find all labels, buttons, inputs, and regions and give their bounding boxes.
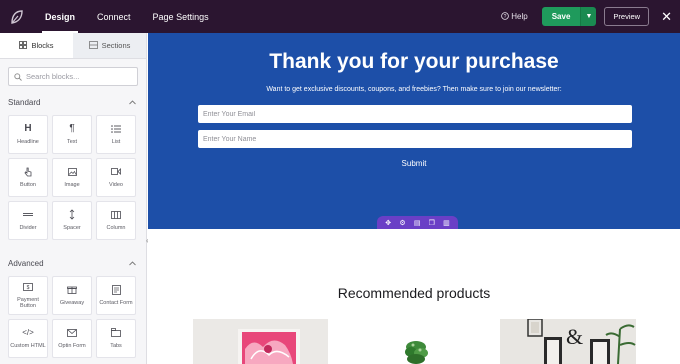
block-text[interactable]: ¶ Text — [52, 115, 92, 154]
page-canvas: Thank you for your purchase Want to get … — [148, 33, 680, 364]
grid-icon — [19, 40, 28, 51]
block-label: List — [111, 138, 121, 145]
block-video[interactable]: Video — [96, 158, 136, 197]
svg-text:?: ? — [504, 14, 507, 20]
tab-connect[interactable]: Connect — [86, 0, 142, 33]
tab-design[interactable]: Design — [34, 0, 86, 33]
heading-icon: H — [24, 123, 32, 135]
advanced-blocks-grid: $ Payment Button Giveaway Contact Form <… — [0, 276, 146, 358]
svg-text:$: $ — [27, 285, 30, 291]
block-label: Tabs — [110, 342, 122, 349]
tab-page-settings[interactable]: Page Settings — [142, 0, 220, 33]
image-icon — [67, 167, 77, 177]
spacer-icon — [69, 209, 75, 221]
paragraph-icon: ¶ — [69, 123, 75, 135]
standard-group-header[interactable]: Standard — [0, 95, 146, 109]
divider-icon — [23, 210, 33, 220]
column-icon — [111, 210, 121, 220]
sidebar-tabs: Blocks Sections — [0, 33, 146, 59]
giveaway-icon — [67, 285, 77, 295]
block-headline[interactable]: H Headline — [8, 115, 48, 154]
top-bar: Design Connect Page Settings ? Help Save… — [0, 0, 680, 33]
block-label: Optin Form — [58, 342, 86, 349]
block-spacer[interactable]: Spacer — [52, 201, 92, 240]
tabs-icon — [111, 328, 121, 338]
block-label: Button — [20, 181, 36, 188]
hero-subtitle[interactable]: Want to get exclusive discounts, coupons… — [148, 86, 680, 93]
block-label: Headline — [17, 138, 39, 145]
hand-pointer-icon — [24, 167, 32, 177]
block-label: Giveaway — [59, 299, 85, 306]
hero-title[interactable]: Thank you for your purchase — [148, 50, 680, 74]
block-label: Column — [106, 224, 126, 231]
block-label: Custom HTML — [10, 342, 46, 349]
block-label: Payment Button — [17, 296, 39, 309]
block-custom-html[interactable]: </> Custom HTML — [8, 319, 48, 358]
code-icon: </> — [22, 328, 34, 338]
payment-icon: $ — [23, 282, 33, 292]
product-image-3[interactable]: & — [500, 319, 636, 364]
recommended-products-title[interactable]: Recommended products — [148, 285, 680, 301]
standard-group-title: Standard — [8, 97, 41, 107]
close-icon[interactable]: ✕ — [661, 10, 672, 23]
standard-blocks-grid: H Headline ¶ Text List Button Image Vide… — [0, 115, 146, 240]
product-image-1[interactable] — [193, 319, 328, 364]
save-options-chevron-down-icon[interactable]: ▼ — [580, 7, 597, 26]
block-label: Spacer — [63, 224, 81, 231]
sections-icon — [88, 40, 98, 51]
search-input[interactable] — [26, 72, 126, 81]
block-column[interactable]: Column — [96, 201, 136, 240]
sidebar: Blocks Sections Standard H Headline ¶ Te… — [0, 33, 147, 364]
block-label: Video — [109, 181, 123, 188]
optin-icon — [67, 328, 77, 338]
save-button[interactable]: Save — [541, 7, 581, 26]
product-image-2[interactable] — [353, 319, 473, 364]
block-button[interactable]: Button — [8, 158, 48, 197]
name-field[interactable] — [198, 130, 632, 148]
save-section-icon[interactable]: ▤ — [414, 219, 421, 227]
block-image[interactable]: Image — [52, 158, 92, 197]
list-icon — [111, 124, 121, 134]
delete-icon[interactable]: ▥ — [443, 219, 450, 227]
section-toolbar: ✥ ⚙ ▤ ❐ ▥ — [377, 216, 458, 229]
block-optin-form[interactable]: Optin Form — [52, 319, 92, 358]
chevron-up-icon — [129, 259, 136, 268]
help-label: Help — [511, 12, 528, 21]
contact-form-icon — [111, 285, 121, 295]
settings-icon[interactable]: ⚙ — [399, 219, 405, 227]
block-list[interactable]: List — [96, 115, 136, 154]
search-icon — [14, 68, 22, 86]
chevron-up-icon — [129, 98, 136, 107]
search-box — [8, 67, 138, 86]
block-payment-button[interactable]: $ Payment Button — [8, 276, 48, 315]
help-button[interactable]: ? Help — [501, 11, 528, 22]
save-group: Save ▼ — [541, 7, 597, 26]
tab-blocks-label: Blocks — [31, 41, 54, 50]
submit-button[interactable]: Submit — [148, 159, 680, 168]
advanced-group-header[interactable]: Advanced — [0, 256, 146, 270]
duplicate-icon[interactable]: ❐ — [429, 219, 435, 227]
tab-sections-label: Sections — [101, 41, 131, 50]
move-icon[interactable]: ✥ — [385, 219, 391, 227]
block-contact-form[interactable]: Contact Form — [96, 276, 136, 315]
help-icon: ? — [501, 11, 510, 22]
block-label: Image — [64, 181, 80, 188]
svg-text:&: & — [566, 324, 583, 349]
block-divider[interactable]: Divider — [8, 201, 48, 240]
seedprod-logo-icon[interactable] — [0, 0, 34, 33]
block-label: Text — [66, 138, 78, 145]
tab-sections[interactable]: Sections — [73, 33, 146, 58]
block-tabs[interactable]: Tabs — [96, 319, 136, 358]
video-icon — [111, 167, 121, 177]
hero-section[interactable]: Thank you for your purchase Want to get … — [148, 33, 680, 229]
advanced-group-title: Advanced — [8, 258, 44, 268]
tab-blocks[interactable]: Blocks — [0, 33, 73, 58]
email-field[interactable] — [198, 105, 632, 123]
block-label: Divider — [19, 224, 37, 231]
preview-button[interactable]: Preview — [604, 7, 650, 26]
block-giveaway[interactable]: Giveaway — [52, 276, 92, 315]
block-label: Contact Form — [99, 299, 133, 306]
